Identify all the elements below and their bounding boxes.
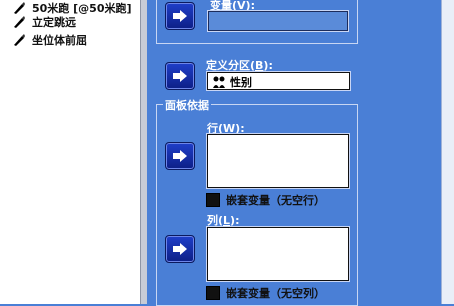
partition-item: 性别 [212, 74, 252, 90]
partition-label: 定义分区(B): [206, 59, 273, 72]
checkbox-box[interactable] [206, 286, 220, 300]
variable-list[interactable]: 50米跑 [@50米跑] 立定跳远 坐位体前屈 [0, 0, 141, 304]
arrow-right-icon [173, 243, 187, 255]
list-item-label: 立定跳远 [32, 16, 76, 29]
partition-field[interactable]: 性别 [207, 72, 350, 90]
move-to-partition-button[interactable] [165, 62, 195, 90]
scale-variable-icon [14, 2, 25, 14]
nominal-variable-icon [213, 76, 225, 88]
rows-nest-checkbox[interactable]: 嵌套变量（无空行） [206, 192, 325, 208]
panel-group-title: 面板依据 [163, 97, 211, 113]
scale-variable-icon [14, 34, 25, 46]
cols-field[interactable] [207, 227, 349, 281]
window-edge [441, 0, 454, 304]
cols-label: 列(L): [207, 214, 240, 227]
scale-variable-icon [14, 16, 25, 28]
rows-field[interactable] [207, 134, 349, 188]
move-to-variable-button[interactable] [165, 2, 195, 30]
partition-value: 性别 [230, 76, 252, 89]
move-to-rows-button[interactable] [165, 142, 195, 170]
arrow-right-icon [173, 70, 187, 82]
list-item-label: 坐位体前屈 [32, 34, 87, 47]
cols-nest-label: 嵌套变量（无空列） [226, 287, 325, 300]
arrow-right-icon [173, 10, 187, 22]
list-scrollbar[interactable] [140, 0, 147, 304]
list-item[interactable]: 坐位体前屈 [12, 32, 87, 48]
list-item[interactable]: 立定跳远 [12, 14, 76, 30]
cols-nest-checkbox[interactable]: 嵌套变量（无空列） [206, 285, 325, 301]
checkbox-box[interactable] [206, 193, 220, 207]
arrow-right-icon [173, 150, 187, 162]
variable-field[interactable] [208, 11, 348, 31]
move-to-cols-button[interactable] [165, 235, 195, 263]
rows-nest-label: 嵌套变量（无空行） [226, 194, 325, 207]
